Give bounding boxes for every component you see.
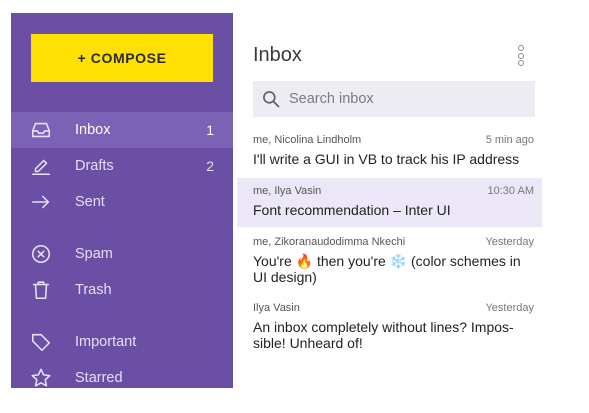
tag-icon (30, 331, 52, 353)
trash-icon (30, 279, 52, 301)
sidebar-item-spam[interactable]: Spam (11, 236, 233, 272)
list-item[interactable]: Ilya Vasin Yesterday An inbox completely… (237, 302, 542, 358)
list-item[interactable]: me, Ilya Vasin 10:30 AM Font recommendat… (237, 178, 542, 227)
list-item[interactable]: me, Zikoranaudodimma Nkechi Yesterday Yo… (237, 236, 542, 294)
sidebar-item-label: Trash (75, 282, 112, 298)
mail-sender: me, Nicolina Lindholm (253, 134, 362, 146)
sidebar-item-label: Inbox (75, 122, 111, 138)
list-item[interactable]: me, Nicolina Lindholm 5 min ago I'll wri… (237, 133, 542, 173)
mail-sender: me, Ilya Vasin (253, 185, 322, 197)
unread-count: 1 (206, 122, 214, 138)
sidebar: + COMPOSE Inbox 1 Drafts 2 Sent Spam Tra… (11, 13, 233, 388)
sidebar-item-inbox[interactable]: Inbox 1 (11, 112, 233, 148)
sidebar-item-label: Important (75, 334, 137, 350)
message-list-panel: Inbox me, Nicolina Lindholm 5 min ago I'… (237, 0, 589, 413)
sidebar-item-starred[interactable]: Starred (11, 360, 233, 388)
search-icon (263, 91, 280, 108)
sidebar-item-label: Starred (75, 370, 123, 386)
mail-subject: I'll write a GUI in VB to track his IP a… (253, 151, 520, 167)
page-title: Inbox (253, 44, 302, 66)
inbox-icon (30, 119, 52, 141)
drafts-count: 2 (206, 158, 214, 174)
sidebar-item-label: Spam (75, 246, 113, 262)
x-circle-icon (30, 243, 52, 265)
mail-subject: You're 🔥 then you're ❄️ (color schemes i… (253, 253, 521, 285)
search-input[interactable] (289, 81, 529, 117)
sidebar-item-trash[interactable]: Trash (11, 272, 233, 308)
sidebar-item-sent[interactable]: Sent (11, 184, 233, 220)
compose-button[interactable]: + COMPOSE (31, 34, 213, 82)
mail-time: 5 min ago (485, 134, 534, 146)
arrow-right-icon (30, 191, 52, 213)
mail-subject: Font recommendation – Inter UI (253, 202, 451, 218)
mail-time: Yesterday (485, 236, 534, 248)
mail-time: 10:30 AM (487, 185, 534, 197)
search-bar (253, 81, 535, 117)
more-options-icon[interactable] (513, 44, 529, 68)
mail-subject: An inbox completely without lines? Impos… (253, 319, 514, 351)
pencil-icon (30, 155, 52, 177)
sidebar-item-drafts[interactable]: Drafts 2 (11, 148, 233, 184)
sidebar-item-label: Sent (75, 194, 105, 210)
mail-sender: Ilya Vasin (253, 302, 300, 314)
sidebar-item-label: Drafts (75, 158, 114, 174)
mail-sender: me, Zikoranaudodimma Nkechi (253, 236, 406, 248)
star-icon (30, 367, 52, 388)
sidebar-item-important[interactable]: Important (11, 324, 233, 360)
mail-time: Yesterday (485, 302, 534, 314)
